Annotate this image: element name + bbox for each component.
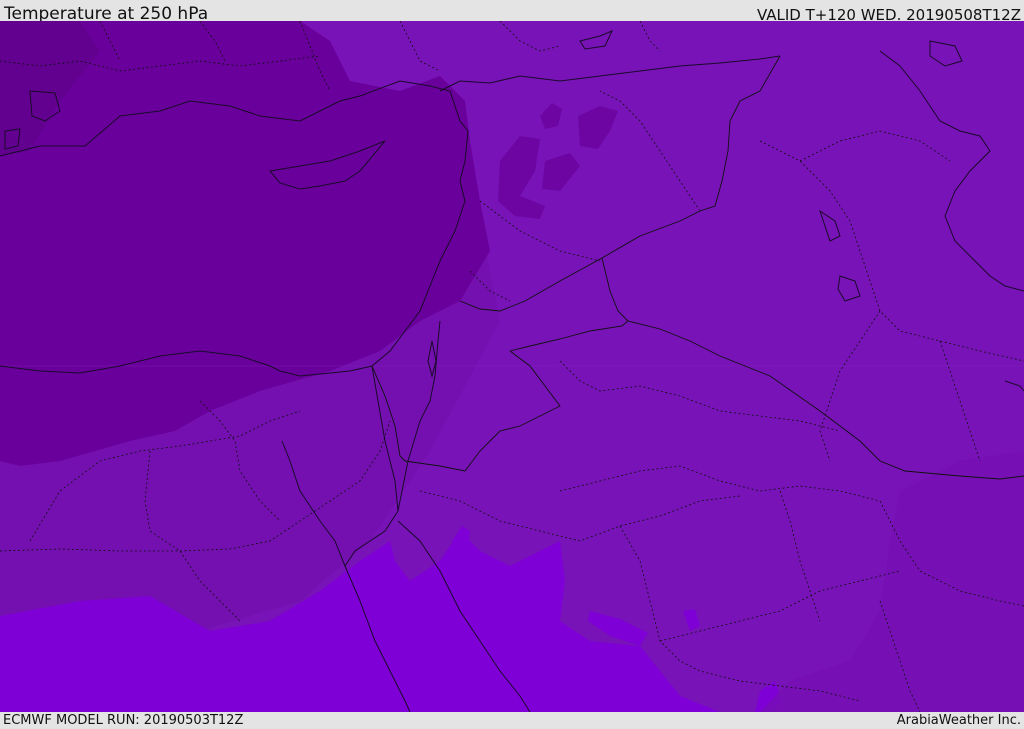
- temperature-map[interactable]: [0, 21, 1024, 712]
- footer-bar: ECMWF MODEL RUN: 20190503T12Z ArabiaWeat…: [0, 712, 1024, 729]
- header-bar: Temperature at 250 hPa VALID T+120 WED. …: [0, 0, 1024, 24]
- credit-label: ArabiaWeather Inc.: [896, 713, 1021, 728]
- model-run-label: ECMWF MODEL RUN: 20190503T12Z: [3, 713, 244, 728]
